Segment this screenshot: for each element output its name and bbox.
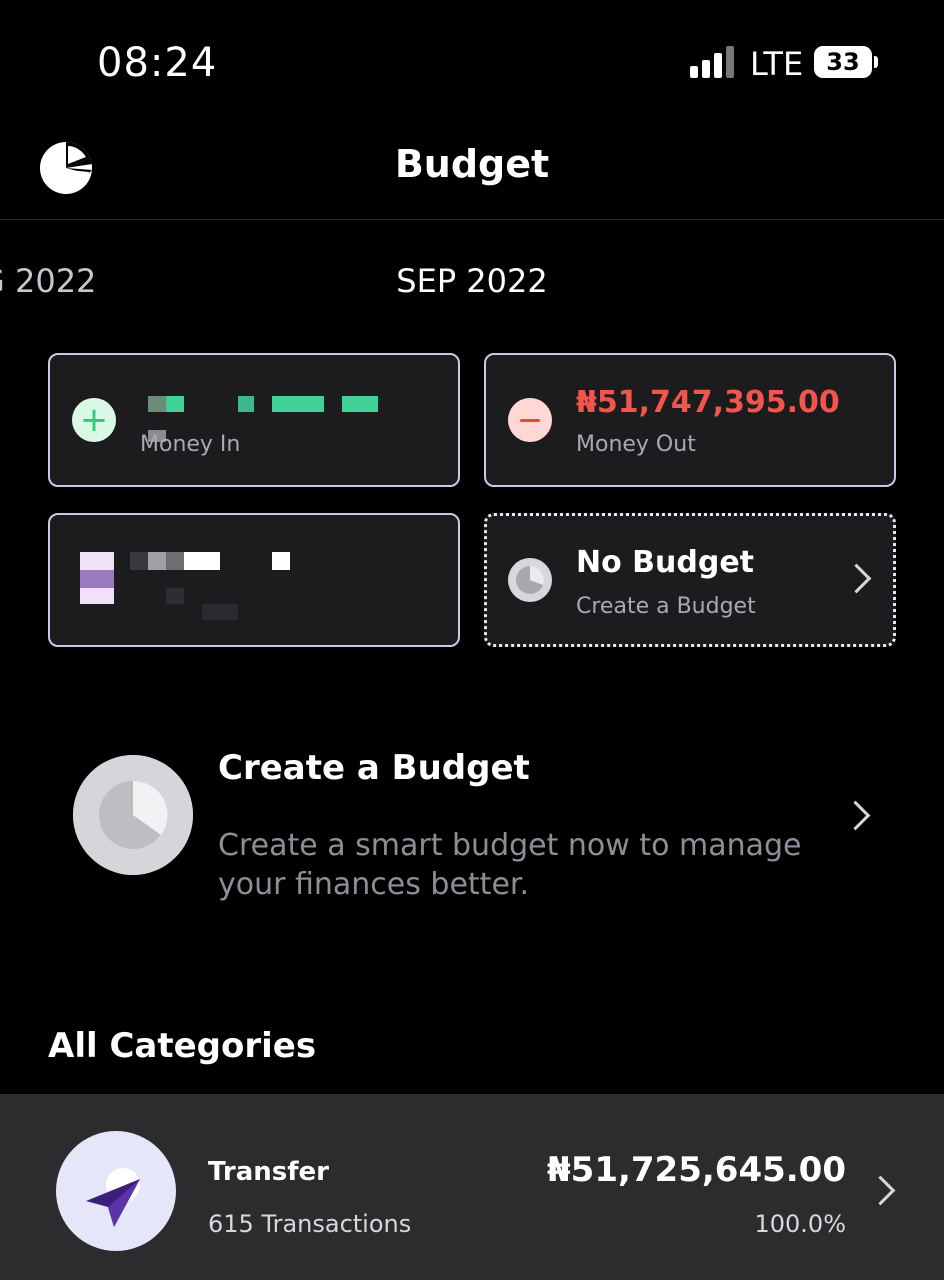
redacted-block [130, 552, 148, 570]
redacted-block [342, 396, 378, 412]
redacted-block [166, 552, 184, 570]
redacted-block [148, 552, 166, 570]
redacted-block [80, 570, 114, 588]
budget-pie-icon [73, 755, 193, 875]
redacted-block [272, 552, 290, 570]
signal-icon [690, 46, 738, 78]
chevron-right-icon[interactable] [840, 800, 871, 831]
network-type: LTE [750, 45, 804, 83]
money-in-label: Money In [140, 432, 241, 457]
month-current[interactable]: SEP 2022 [0, 262, 944, 300]
promo-description: Create a smart budget now to manage your… [218, 828, 802, 902]
minus-icon [508, 398, 552, 442]
redacted-block [184, 552, 220, 570]
category-amount: ₦51,725,645.00 [547, 1150, 846, 1190]
redacted-block [202, 604, 238, 620]
pie-chart-icon [508, 558, 552, 602]
redacted-block [238, 396, 254, 412]
category-name: Transfer [208, 1157, 329, 1187]
no-budget-subtitle: Create a Budget [576, 594, 756, 619]
no-budget-title: No Budget [576, 545, 755, 580]
redacted-block [272, 396, 324, 412]
redacted-block [148, 396, 166, 412]
redacted-block [80, 588, 114, 604]
plus-icon: + [72, 398, 116, 442]
money-out-label: Money Out [576, 432, 696, 457]
category-count: 615 Transactions [208, 1210, 412, 1238]
page-title: Budget [394, 142, 550, 186]
promo-title[interactable]: Create a Budget [218, 748, 530, 788]
paper-plane-icon [56, 1131, 176, 1251]
redacted-block [166, 588, 184, 604]
battery-icon: 33 [814, 46, 872, 78]
battery-tip [874, 56, 878, 68]
redacted-block [80, 552, 114, 570]
category-percent: 100.0% [754, 1210, 846, 1238]
categories-title: All Categories [48, 1026, 317, 1066]
money-out-amount: ₦51,747,395.00 [576, 385, 840, 420]
redacted-block [166, 396, 184, 412]
status-time: 08:24 [97, 40, 218, 86]
header-divider [0, 219, 944, 220]
